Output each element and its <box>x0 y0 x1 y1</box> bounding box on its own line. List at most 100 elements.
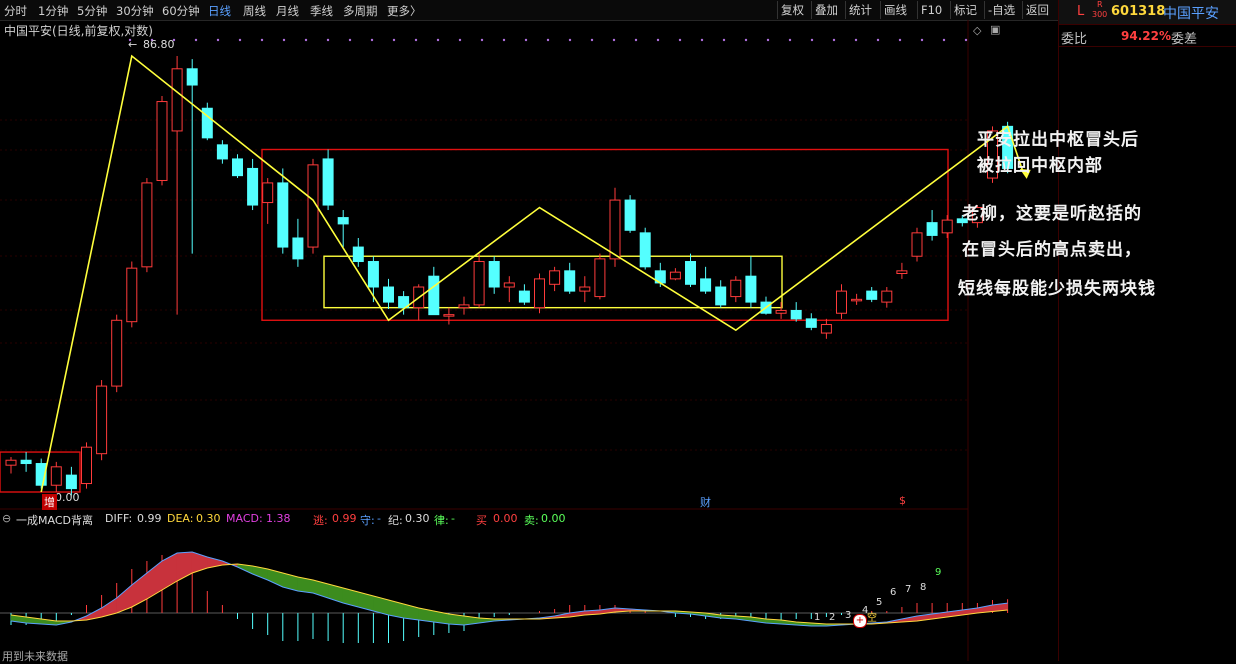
candle-body <box>488 261 500 288</box>
tf-daily[interactable]: 日线 <box>208 3 231 19</box>
candle-body <box>50 466 62 486</box>
dot-marker <box>304 38 308 42</box>
diamond-icon[interactable]: ◇ <box>973 24 981 37</box>
macd-value: 1.38 <box>266 512 291 525</box>
candle-body <box>111 319 123 387</box>
candle-body <box>20 459 32 465</box>
zigzag-polyline <box>40 54 1024 493</box>
macd-fill-segment <box>282 572 299 592</box>
candle-body <box>534 278 545 309</box>
candle-body <box>5 459 17 466</box>
tao-label: 逃: <box>313 514 328 527</box>
macd-label: MACD: <box>226 512 263 525</box>
dot-marker <box>216 38 220 42</box>
badge-bottom: 300 <box>1092 10 1108 19</box>
candle-body <box>126 267 138 323</box>
candle-body <box>836 290 847 314</box>
tf-monthly[interactable]: 月线 <box>276 3 299 19</box>
dot-marker <box>326 38 330 42</box>
candle-body <box>775 309 787 314</box>
overlay-button[interactable]: 叠加 <box>811 1 841 19</box>
cai-marker: 财 <box>700 496 711 509</box>
macd-fill-segment <box>267 568 284 588</box>
candle-body <box>639 232 651 268</box>
dot-marker <box>458 38 462 42</box>
tf-5min[interactable]: 5分钟 <box>77 3 107 19</box>
annotation-line-4: 在冒头后的高点卖出， <box>962 240 1142 260</box>
dot-marker <box>942 38 946 42</box>
tf-60min[interactable]: 60分钟 <box>162 3 200 19</box>
back-button[interactable]: 返回 <box>1022 1 1052 19</box>
chart-gridlines <box>0 20 969 661</box>
draw-button[interactable]: 画线 <box>880 1 910 19</box>
candle-body <box>594 258 606 298</box>
dot-marker <box>546 38 550 42</box>
tf-quarterly[interactable]: 季线 <box>310 3 333 19</box>
window-icon[interactable]: ▣ <box>990 23 1000 36</box>
candle-body <box>337 217 349 225</box>
candle-body <box>700 278 712 292</box>
candle-body <box>851 298 863 302</box>
tf-weekly[interactable]: 周线 <box>243 3 266 19</box>
candle-body <box>685 261 696 285</box>
dot-marker <box>832 38 836 42</box>
ji-value: 0.30 <box>405 512 430 525</box>
tf-multi-period[interactable]: 多周期 <box>343 3 378 19</box>
candle-body <box>473 261 485 306</box>
indicator-name[interactable]: 一成MACD背离 <box>16 512 93 528</box>
remove-watchlist-button[interactable]: -自选 <box>984 1 1018 19</box>
tf-more[interactable]: 更多〉 <box>387 3 422 19</box>
candle-body <box>141 182 153 268</box>
candle-body <box>866 290 878 300</box>
candle-body <box>669 271 681 280</box>
candlestick-series <box>5 56 1014 496</box>
count-3: 3 <box>845 610 852 621</box>
tao-value: 0.99 <box>332 512 357 525</box>
stock-letter: L <box>1077 4 1085 19</box>
count-6: 6 <box>890 587 897 598</box>
candle-body <box>171 68 183 132</box>
candle-body <box>941 219 953 234</box>
candle-body <box>745 275 757 303</box>
mai2-label: 卖: <box>524 514 539 527</box>
stock-name: 中国平安 <box>1163 6 1219 22</box>
dot-marker <box>766 38 770 42</box>
stock-code: 601318 <box>1111 4 1166 19</box>
shou-value: - <box>377 512 381 525</box>
candle-body <box>715 286 727 306</box>
macd-fill-segment <box>116 584 133 614</box>
count-7: 7 <box>905 584 912 595</box>
candle-body <box>352 246 364 263</box>
candle-body <box>428 275 440 316</box>
dot-marker <box>678 38 682 42</box>
fuquan-button[interactable]: 复权 <box>777 1 807 19</box>
dot-marker <box>260 38 264 42</box>
tf-1min[interactable]: 1分钟 <box>38 3 68 19</box>
dot-marker <box>238 38 242 42</box>
candle-body <box>247 167 259 206</box>
dot-marker <box>656 38 660 42</box>
weicha-label: 委差 <box>1171 32 1198 47</box>
low-price-label: 0.00 <box>55 491 80 504</box>
kline-chart[interactable] <box>0 20 1058 661</box>
candle-body <box>322 158 334 206</box>
weibi-value: 94.22% <box>1121 29 1171 43</box>
candle-body <box>367 261 379 288</box>
mai-label: 买 <box>476 514 487 527</box>
stats-button[interactable]: 统计 <box>845 1 875 19</box>
candle-body <box>820 324 832 334</box>
zigzag-line <box>40 54 1031 493</box>
mark-button[interactable]: 标记 <box>950 1 980 19</box>
dea-value: 0.30 <box>196 512 221 525</box>
diff-value: 0.99 <box>137 512 162 525</box>
candle-body <box>216 144 228 160</box>
f10-button[interactable]: F10 <box>917 1 945 19</box>
candle-body <box>609 199 621 260</box>
macd-fill-segment <box>342 587 359 608</box>
tf-fenshi[interactable]: 分时 <box>4 3 27 19</box>
dot-marker <box>392 38 396 42</box>
candle-body <box>805 318 817 328</box>
indicator-close-icon[interactable]: ⊖ <box>2 512 11 525</box>
candle-body <box>730 279 742 298</box>
tf-30min[interactable]: 30分钟 <box>116 3 154 19</box>
